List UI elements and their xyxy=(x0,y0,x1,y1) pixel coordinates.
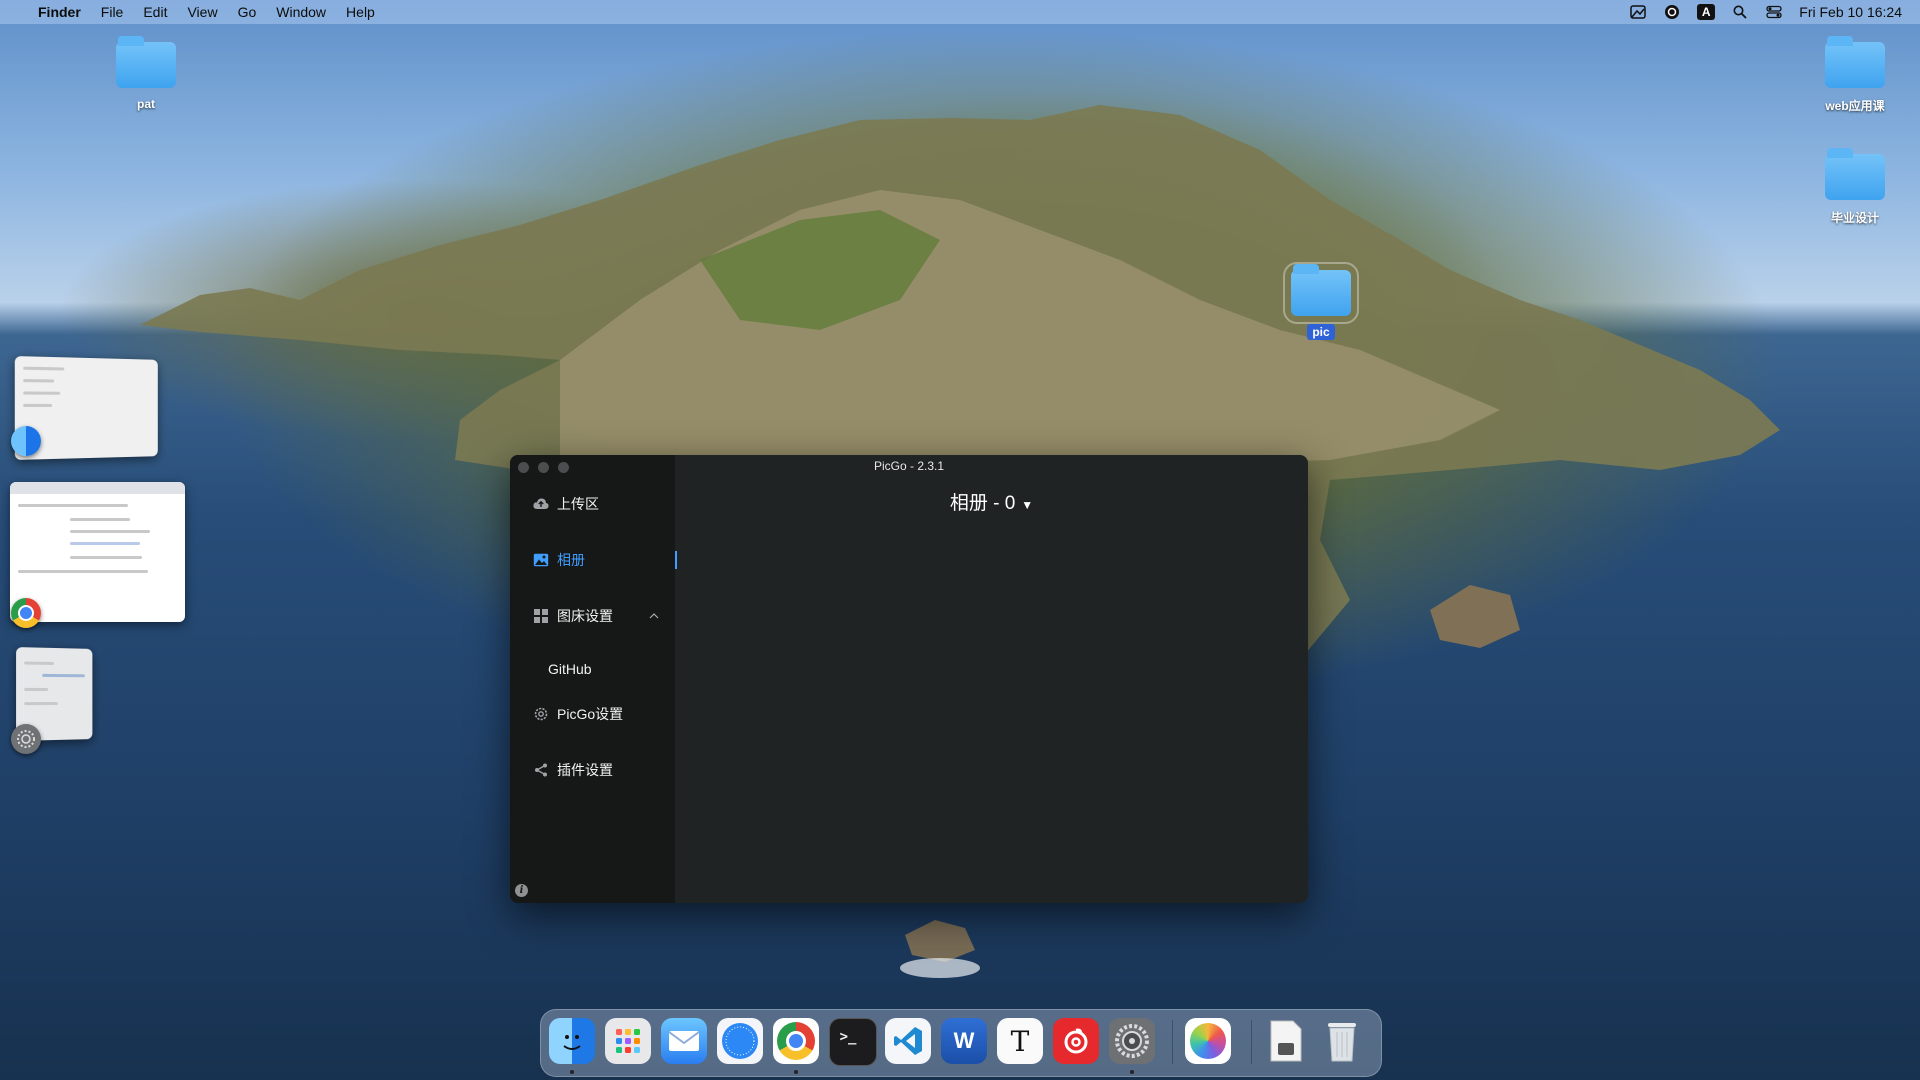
running-indicator xyxy=(1130,1070,1134,1074)
active-nav-indicator xyxy=(675,551,677,569)
dock: >_ W T xyxy=(540,1009,1382,1077)
window-title: PicGo - 2.3.1 xyxy=(873,459,945,473)
desktop: Finder File Edit View Go Window Help A F… xyxy=(0,0,1920,1080)
picture-icon xyxy=(533,552,549,568)
nav-bed-settings[interactable]: 图床设置 xyxy=(510,600,675,632)
stage-system-preferences-icon xyxy=(11,724,41,754)
folder-icon xyxy=(116,36,176,88)
trash-icon[interactable] xyxy=(1319,1018,1365,1064)
stage-finder-icon xyxy=(11,426,41,456)
desktop-folder-label: 毕业设计 xyxy=(1830,211,1879,225)
terminal-glyph: >_ xyxy=(839,1029,857,1045)
gear-icon xyxy=(533,706,549,722)
nav-plugin-settings-label: 插件设置 xyxy=(557,762,613,778)
album-header[interactable]: 相册 - 0 ▼ xyxy=(675,488,1308,515)
desktop-folder-label: web应用课 xyxy=(1825,99,1885,113)
folder-icon xyxy=(1825,148,1885,200)
desktop-folder-label: pic xyxy=(1307,324,1335,340)
desktop-folder-design[interactable]: 毕业设计 xyxy=(1800,148,1910,227)
photos-icon[interactable] xyxy=(1185,1018,1231,1064)
chrome-icon[interactable] xyxy=(773,1018,819,1064)
typora-icon[interactable]: T xyxy=(997,1018,1043,1064)
nav-picgo-settings[interactable]: PicGo设置 xyxy=(510,698,675,730)
running-indicator xyxy=(794,1070,798,1074)
nav-album[interactable]: 相册 xyxy=(510,544,675,576)
safari-icon[interactable] xyxy=(717,1018,763,1064)
grid-icon xyxy=(533,608,549,624)
stage-thumbnail-chrome[interactable] xyxy=(10,482,185,622)
word-glyph: W xyxy=(953,1028,975,1053)
chevron-up-icon[interactable] xyxy=(649,611,659,622)
album-header-label: 相册 - 0 xyxy=(949,493,1016,514)
dock-separator xyxy=(1172,1020,1173,1064)
typora-glyph: T xyxy=(1010,1024,1030,1058)
launchpad-icon[interactable] xyxy=(605,1018,651,1064)
nav-picgo-settings-label: PicGo设置 xyxy=(557,706,624,722)
system-preferences-icon[interactable] xyxy=(1109,1018,1155,1064)
nav-bed-settings-label: 图床设置 xyxy=(557,608,613,624)
nav-album-label: 相册 xyxy=(557,552,585,568)
nav-upload-label: 上传区 xyxy=(557,496,599,512)
nav-sub-github[interactable]: GitHub xyxy=(548,661,592,677)
nav-plugin-settings[interactable]: 插件设置 xyxy=(510,754,675,786)
caret-down-icon[interactable]: ▼ xyxy=(1021,498,1033,512)
terminal-icon[interactable]: >_ xyxy=(829,1018,877,1066)
finder-icon[interactable] xyxy=(549,1018,595,1064)
preview-document-icon[interactable] xyxy=(1263,1018,1309,1064)
folder-icon xyxy=(1283,262,1359,324)
desktop-folder-label: pat xyxy=(137,97,155,111)
word-icon[interactable]: W xyxy=(941,1018,987,1064)
info-icon[interactable]: i xyxy=(515,884,528,897)
desktop-folder-pic[interactable]: pic xyxy=(1266,262,1376,341)
running-indicator xyxy=(570,1070,574,1074)
netease-music-icon[interactable] xyxy=(1053,1018,1099,1064)
dock-separator xyxy=(1251,1020,1252,1064)
picgo-sidebar: 上传区 相册 图床设置 GitHub PicGo设置 插件设置 i xyxy=(510,455,675,903)
picgo-window: 上传区 相册 图床设置 GitHub PicGo设置 插件设置 i PicGo … xyxy=(510,455,1308,903)
share-icon xyxy=(533,762,549,778)
nav-upload[interactable]: 上传区 xyxy=(510,488,675,520)
folder-icon xyxy=(1825,36,1885,88)
desktop-folder-web[interactable]: web应用课 xyxy=(1800,36,1910,115)
mail-icon[interactable] xyxy=(661,1018,707,1064)
cloud-upload-icon xyxy=(533,496,549,512)
stage-chrome-icon xyxy=(11,598,41,628)
vscode-icon[interactable] xyxy=(885,1018,931,1064)
desktop-folder-pat[interactable]: pat xyxy=(91,36,201,113)
